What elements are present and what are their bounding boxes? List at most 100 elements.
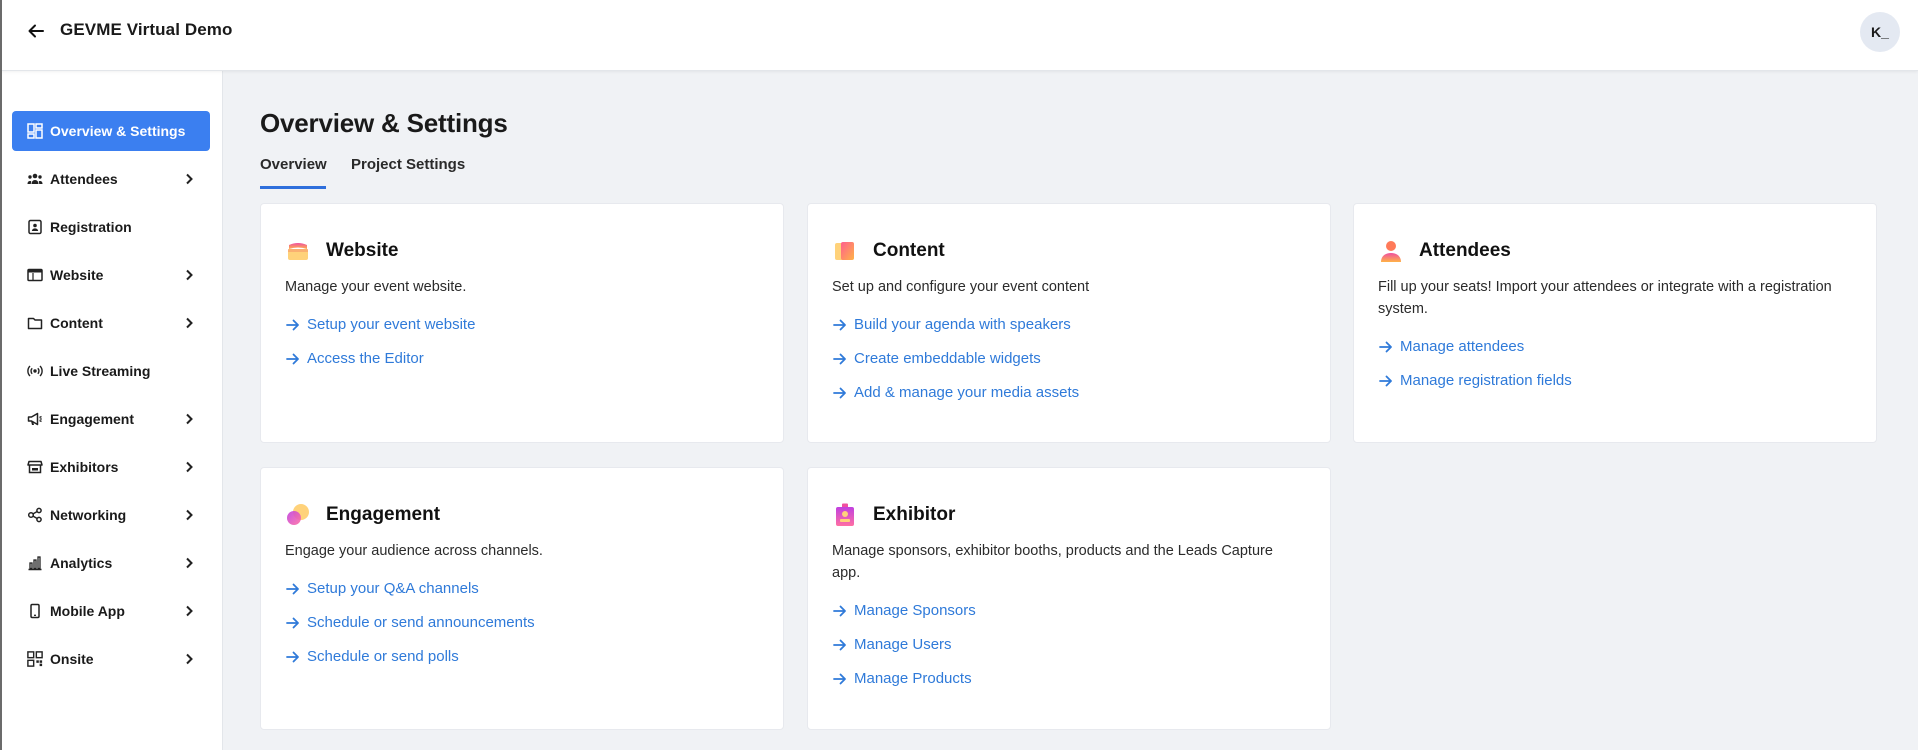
sidebar-item-exhibitors[interactable]: Exhibitors — [12, 447, 210, 487]
card-description: Set up and configure your event content — [832, 279, 1090, 295]
link-label: Setup your event website — [307, 316, 476, 333]
website-card: Website Manage your event website. Setup… — [260, 203, 784, 443]
link-label: Setup your Q&A channels — [307, 580, 479, 597]
exhibitor-card: Exhibitor Manage sponsors, exhibitor boo… — [807, 467, 1331, 730]
manage-users-link[interactable]: Manage Users — [832, 636, 952, 653]
sidebar-item-live-streaming[interactable]: Live Streaming — [12, 351, 210, 391]
sidebar-item-label: Attendees — [50, 171, 118, 187]
sidebar-item-label: Exhibitors — [50, 459, 119, 475]
sidebar-item-label: Analytics — [50, 555, 113, 571]
manage-registration-fields-link[interactable]: Manage registration fields — [1378, 372, 1572, 389]
bar-chart-icon — [27, 555, 43, 571]
dashboard-icon — [27, 123, 43, 139]
arrow-right-icon — [1379, 341, 1392, 352]
window-frame — [0, 0, 2, 750]
setup-event-website-link[interactable]: Setup your event website — [285, 316, 475, 333]
page-title: Overview & Settings — [260, 108, 508, 138]
manage-attendees-link[interactable]: Manage attendees — [1378, 338, 1524, 355]
sidebar-item-label: Overview & Settings — [50, 123, 186, 139]
sidebar-item-overview-settings[interactable]: Overview & Settings — [12, 111, 210, 151]
schedule-polls-link[interactable]: Schedule or send polls — [285, 648, 459, 665]
arrow-right-icon — [286, 319, 299, 330]
link-label: Add & manage your media assets — [854, 384, 1080, 401]
website-icon — [288, 243, 308, 260]
schedule-announcements-link[interactable]: Schedule or send announcements — [285, 614, 535, 631]
link-label: Manage Products — [854, 670, 972, 687]
sidebar-item-registration[interactable]: Registration — [12, 207, 210, 247]
sidebar-item-label: Registration — [50, 219, 132, 235]
sidebar-item-attendees[interactable]: Attendees — [12, 159, 210, 199]
sidebar-item-networking[interactable]: Networking — [12, 495, 210, 535]
people-icon — [27, 171, 43, 187]
sidebar-item-label: Engagement — [50, 411, 135, 427]
sidebar-item-label: Networking — [50, 507, 127, 523]
link-label: Manage registration fields — [1400, 372, 1572, 389]
sidebar-item-mobile-app[interactable]: Mobile App — [12, 591, 210, 631]
chevron-right-icon — [186, 509, 193, 521]
sidebar-item-label: Mobile App — [50, 603, 125, 619]
tab-overview[interactable]: Overview — [260, 156, 327, 189]
arrow-right-icon — [286, 651, 299, 662]
arrow-right-icon — [286, 617, 299, 628]
back-arrow-icon[interactable] — [24, 19, 48, 43]
create-widgets-link[interactable]: Create embeddable widgets — [832, 350, 1041, 367]
exhibitor-icon — [836, 503, 854, 526]
chevron-right-icon — [186, 605, 193, 617]
network-icon — [27, 507, 43, 523]
arrow-right-icon — [833, 353, 846, 364]
sidebar-item-content[interactable]: Content — [12, 303, 210, 343]
sidebar-item-label: Website — [50, 267, 104, 283]
content-icon — [835, 242, 854, 260]
id-badge-icon — [27, 219, 43, 235]
link-label: Manage Users — [854, 636, 952, 653]
link-label: Schedule or send announcements — [307, 614, 535, 631]
card-description: Engage your audience across channels. — [285, 543, 543, 559]
chevron-right-icon — [186, 317, 193, 329]
arrow-right-icon — [833, 605, 846, 616]
manage-sponsors-link[interactable]: Manage Sponsors — [832, 602, 976, 619]
chevron-right-icon — [186, 653, 193, 665]
sidebar-item-onsite[interactable]: Onsite — [12, 639, 210, 679]
access-editor-link[interactable]: Access the Editor — [285, 350, 424, 367]
broadcast-icon — [27, 363, 43, 379]
engagement-card: Engagement Engage your audience across c… — [260, 467, 784, 730]
sidebar-item-label: Onsite — [50, 651, 94, 667]
sidebar: Overview & Settings Attendees Registrati… — [0, 71, 223, 750]
manage-products-link[interactable]: Manage Products — [832, 670, 972, 687]
app-title: GEVME Virtual Demo — [60, 20, 233, 39]
arrow-right-icon — [833, 639, 846, 650]
content-card: Content Set up and configure your event … — [807, 203, 1331, 443]
manage-media-link[interactable]: Add & manage your media assets — [832, 384, 1079, 401]
link-label: Build your agenda with speakers — [854, 316, 1071, 333]
link-label: Manage attendees — [1400, 338, 1525, 355]
sidebar-item-label: Content — [50, 315, 103, 331]
tab-project-settings[interactable]: Project Settings — [351, 156, 465, 186]
sidebar-item-website[interactable]: Website — [12, 255, 210, 295]
arrow-right-icon — [833, 673, 846, 684]
link-label: Create embeddable widgets — [854, 350, 1041, 367]
mobile-icon — [27, 603, 43, 619]
link-label: Manage Sponsors — [854, 602, 976, 619]
card-title: Content — [873, 240, 945, 261]
sidebar-item-engagement[interactable]: Engagement — [12, 399, 210, 439]
chevron-right-icon — [186, 461, 193, 473]
attendees-card: Attendees Fill up your seats! Import you… — [1353, 203, 1877, 443]
top-bar: GEVME Virtual Demo K_ — [0, 0, 1918, 71]
grid-icon — [27, 651, 43, 667]
chevron-right-icon — [186, 269, 193, 281]
folder-icon — [27, 315, 43, 331]
user-avatar[interactable]: K_ — [1860, 12, 1900, 52]
setup-qa-channels-link[interactable]: Setup your Q&A channels — [285, 580, 479, 597]
card-description: Manage your event website. — [285, 279, 467, 295]
arrow-right-icon — [833, 387, 846, 398]
card-title: Exhibitor — [873, 504, 956, 525]
sidebar-item-analytics[interactable]: Analytics — [12, 543, 210, 583]
arrow-right-icon — [1379, 375, 1392, 386]
chevron-right-icon — [186, 173, 193, 185]
sidebar-item-label: Live Streaming — [50, 363, 151, 379]
build-agenda-link[interactable]: Build your agenda with speakers — [832, 316, 1071, 333]
link-label: Schedule or send polls — [307, 648, 459, 665]
browser-icon — [27, 267, 43, 283]
megaphone-icon — [27, 411, 43, 427]
engagement-icon — [287, 504, 309, 525]
